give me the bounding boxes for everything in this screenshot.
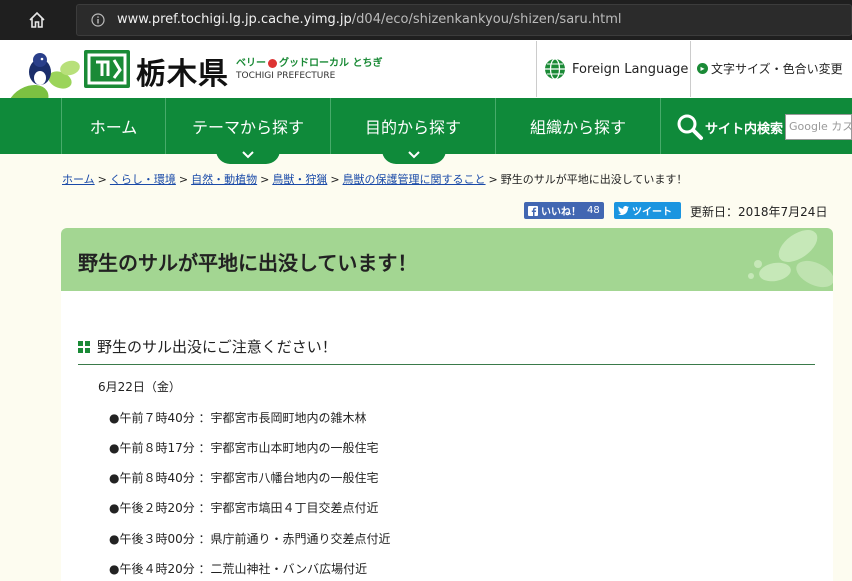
list-item: ●午前８時40分 ：宇都宮市八幡台地内の一般住宅 xyxy=(109,471,379,485)
globe-icon xyxy=(545,58,565,80)
search-input[interactable]: Google カスタ xyxy=(785,114,852,140)
section-title: 野生のサル出没にご注意ください！ xyxy=(97,338,337,356)
breadcrumb-protection[interactable]: 鳥獣の保護管理に関すること xyxy=(343,173,486,186)
list-item: ●午後４時20分 ：二荒山神社・バンバ広場付近 xyxy=(109,562,368,576)
tagline: ベリー グッドローカル とちぎ xyxy=(236,54,382,69)
chevron-down-icon xyxy=(242,151,254,159)
breadcrumb-sep: > xyxy=(330,173,340,186)
breadcrumb: ホーム > くらし・環境 > 自然・動植物 > 鳥獣・狩猟 > 鳥獣の保護管理に関すること > 野生… xyxy=(62,171,687,187)
foreign-language-label: Foreign Language xyxy=(572,61,689,77)
tagline-left: ベリー xyxy=(236,58,266,69)
square-bullet-icon xyxy=(78,340,90,353)
tweet-button[interactable]: ツイート xyxy=(614,202,681,219)
leaf-decoration-icon xyxy=(748,230,833,288)
back-button[interactable]: 〈 xyxy=(0,12,6,28)
chevron-right-icon: ▸ xyxy=(697,63,708,74)
like-count: 48 xyxy=(587,205,600,216)
tweet-label: ツイート xyxy=(632,207,672,218)
nav-purpose-dropdown[interactable] xyxy=(382,150,446,164)
nav-divider xyxy=(660,98,661,154)
nav-theme-dropdown[interactable] xyxy=(216,150,280,164)
breadcrumb-wildlife[interactable]: 鳥獣・狩猟 xyxy=(272,173,327,186)
breadcrumb-nature[interactable]: 自然・動植物 xyxy=(191,173,257,186)
list-item: ●午後３時00分 ：県庁前通り・赤門通り交差点付近 xyxy=(109,532,391,546)
breadcrumb-sep: > xyxy=(260,173,270,186)
site-logo-text[interactable]: 栃木県 xyxy=(136,49,229,93)
nav-theme[interactable]: テーマから探す xyxy=(166,98,330,154)
facebook-like-button[interactable]: いいね！ 48 xyxy=(524,202,604,219)
foreign-language-link[interactable]: Foreign Language xyxy=(544,58,688,80)
url-path: /d04/eco/shizenkankyou/shizen/saru.html xyxy=(351,12,622,27)
search-icon[interactable] xyxy=(676,113,704,141)
browser-toolbar: 〈 www.pref.tochigi.lg.jp.cache.yimg.jp/d… xyxy=(0,0,852,40)
site-search-label: サイト内検索 xyxy=(705,122,784,137)
breadcrumb-sep: > xyxy=(97,173,107,186)
list-item: ●午前７時40分 ：宇都宮市長岡町地内の雑木林 xyxy=(109,411,367,425)
home-icon[interactable] xyxy=(26,9,48,31)
breadcrumb-current: 野生のサルが平地に出没しています！ xyxy=(500,173,688,186)
breadcrumb-sep: > xyxy=(178,173,189,186)
breadcrumb-sep: > xyxy=(488,173,498,186)
nav-organization[interactable]: 組織から探す xyxy=(496,98,660,154)
address-bar[interactable]: www.pref.tochigi.lg.jp.cache.yimg.jp/d04… xyxy=(76,4,852,36)
strawberry-icon xyxy=(268,58,277,68)
like-label: いいね！ xyxy=(541,207,581,218)
page-title: 野生のサルが平地に出没しています！ xyxy=(78,251,418,275)
list-item: ●午前８時17分 ：宇都宮市山本町地内の一般住宅 xyxy=(109,441,379,455)
info-icon[interactable] xyxy=(91,13,105,27)
facebook-icon xyxy=(528,205,538,216)
tagline-en: TOCHIGI PREFECTURE xyxy=(236,71,336,81)
sighting-date: 6月22日（金） xyxy=(98,380,181,394)
breadcrumb-living[interactable]: くらし・環境 xyxy=(110,173,176,186)
page-title-bar: 野生のサルが平地に出没しています！ xyxy=(61,228,833,291)
twitter-bird-icon xyxy=(618,206,629,215)
nav-home[interactable]: ホーム xyxy=(62,98,165,154)
font-size-label: 文字サイズ・色合い変更 xyxy=(711,62,843,76)
breadcrumb-home[interactable]: ホーム xyxy=(62,173,95,186)
updated-date: 更新日：2018年7月24日 xyxy=(690,205,828,219)
url-host: www.pref.tochigi.lg.jp.cache.yimg.jp xyxy=(117,12,352,27)
section-heading: 野生のサル出没にご注意ください！ xyxy=(78,336,337,357)
header-divider xyxy=(690,41,691,97)
tagline-right: グッドローカル とちぎ xyxy=(279,58,383,69)
list-item: ●午後２時20分 ：宇都宮市塙田４丁目交差点付近 xyxy=(109,501,379,515)
chevron-down-icon xyxy=(408,151,420,159)
font-size-color-link[interactable]: ▸ 文字サイズ・色合い変更 xyxy=(697,60,843,77)
section-divider xyxy=(78,364,815,365)
header-divider xyxy=(536,41,537,97)
url-text[interactable]: www.pref.tochigi.lg.jp.cache.yimg.jp/d04… xyxy=(117,12,621,27)
tochigi-logo-icon[interactable] xyxy=(84,50,130,88)
nav-purpose[interactable]: 目的から探す xyxy=(331,98,495,154)
